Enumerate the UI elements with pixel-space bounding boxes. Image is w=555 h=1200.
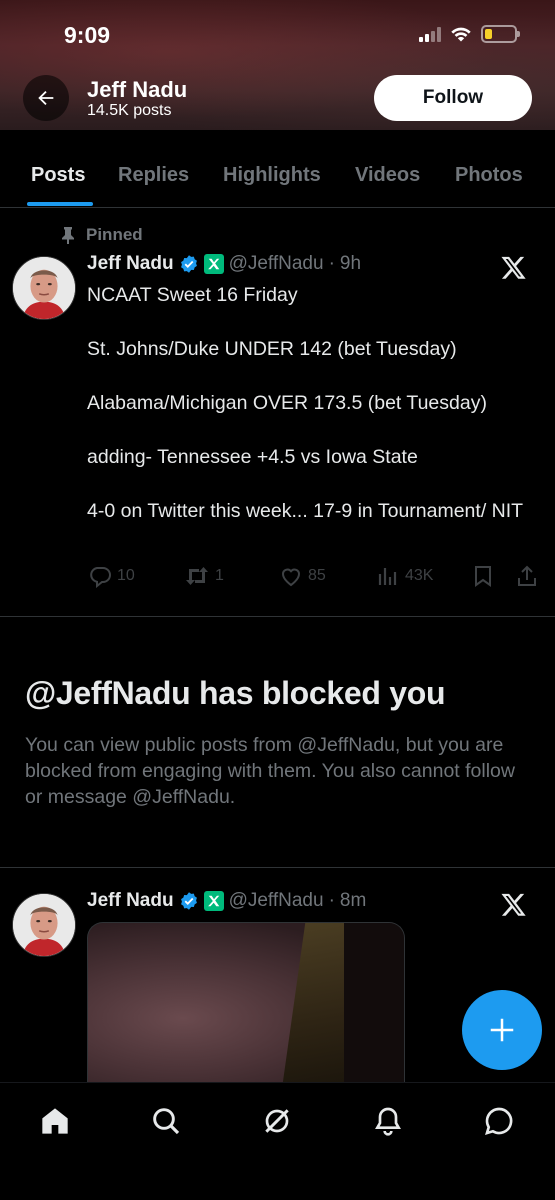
x-logo-icon: [501, 893, 526, 916]
tweet-text: NCAAT Sweet 16 Friday St. Johns/Duke UND…: [87, 282, 542, 525]
avatar-photo: [13, 257, 75, 319]
grok-icon: [265, 1109, 289, 1133]
verified-badge-icon: [180, 255, 197, 273]
views-count: 43K: [405, 567, 434, 584]
blocked-message: You can view public posts from @JeffNadu…: [25, 734, 515, 808]
views-button[interactable]: 43K: [376, 564, 433, 588]
profile-header-banner: 9:09 Jeff Nadu 14.5K posts Follow: [0, 0, 555, 130]
tweet-line: Alabama/Michigan OVER 173.5 (bet Tuesday…: [87, 392, 487, 414]
cellular-signal-icon: [419, 26, 441, 42]
x-logo-icon: [501, 256, 526, 279]
tweet-separator: ·: [328, 890, 335, 911]
affiliate-badge-icon: [203, 891, 224, 911]
pin-icon: [62, 227, 74, 244]
active-tab-indicator: [27, 202, 93, 206]
reply-count: 10: [117, 567, 135, 584]
tweet-line: NCAAT Sweet 16 Friday: [87, 284, 298, 306]
tweet-header: Jeff Nadu @JeffNadu · 9h: [87, 253, 361, 275]
divider: [0, 616, 555, 617]
nav-home[interactable]: [39, 1105, 71, 1137]
avatar[interactable]: [12, 256, 76, 320]
battery-level: [485, 29, 492, 39]
tweet-line: St. Johns/Duke UNDER 142 (bet Tuesday): [87, 338, 457, 360]
tweet-author-name[interactable]: Jeff Nadu: [87, 890, 174, 912]
bookmark-button[interactable]: [472, 564, 494, 588]
tab-posts[interactable]: Posts: [31, 164, 85, 187]
media-background-dark: [344, 923, 404, 1082]
repost-button[interactable]: 1: [184, 564, 224, 588]
tweet-author-name[interactable]: Jeff Nadu: [87, 253, 174, 275]
heart-icon: [281, 568, 301, 587]
bookmark-icon: [475, 566, 491, 587]
home-icon: [42, 1108, 68, 1134]
verified-badge-icon: [180, 892, 197, 910]
tweet-actions: 10 1 85 43K: [88, 564, 538, 590]
tab-photos[interactable]: Photos: [455, 164, 523, 187]
plus-icon: [490, 1018, 514, 1042]
tweet-header: Jeff Nadu @JeffNadu · 8m: [87, 890, 366, 912]
back-button[interactable]: [23, 75, 69, 121]
avatar[interactable]: [12, 893, 76, 957]
tweet-handle[interactable]: @JeffNadu: [229, 890, 324, 912]
pinned-label: Pinned: [86, 225, 143, 244]
search-icon: [153, 1108, 180, 1135]
share-icon: [518, 565, 536, 586]
tweet-line: 4-0 on Twitter this week... 17-9 in Tour…: [87, 500, 524, 522]
tab-videos[interactable]: Videos: [355, 164, 420, 187]
reply-icon: [90, 567, 111, 588]
reply-button[interactable]: 10: [88, 564, 135, 588]
notifications-icon: [375, 1107, 401, 1136]
pinned-label-row: Pinned: [60, 225, 143, 245]
bottom-nav: [0, 1082, 555, 1200]
affiliate-badge-icon: [203, 254, 224, 274]
nav-search[interactable]: [150, 1105, 182, 1137]
like-button[interactable]: 85: [279, 564, 326, 588]
tab-replies[interactable]: Replies: [118, 164, 189, 187]
tweet-media-image[interactable]: [87, 922, 405, 1082]
follow-button[interactable]: Follow: [374, 75, 532, 121]
repost-count: 1: [215, 567, 224, 584]
share-button[interactable]: [516, 564, 538, 588]
nav-notifications[interactable]: [372, 1105, 404, 1137]
status-icons: [419, 25, 520, 43]
status-time: 9:09: [64, 22, 111, 48]
profile-tabs: Posts Replies Highlights Videos Photos: [0, 150, 555, 208]
compose-button[interactable]: [462, 990, 542, 1070]
nav-messages[interactable]: [483, 1105, 515, 1137]
tweet-handle[interactable]: @JeffNadu: [229, 253, 324, 275]
tweet-separator: ·: [328, 253, 335, 274]
tab-highlights[interactable]: Highlights: [223, 164, 321, 187]
messages-icon: [485, 1107, 513, 1135]
views-icon: [378, 568, 397, 585]
tweet-line: adding- Tennessee +4.5 vs Iowa State: [87, 446, 418, 468]
blocked-title: @JeffNadu has blocked you: [25, 675, 446, 711]
battery-icon: [481, 25, 520, 43]
arrow-left-icon: [38, 90, 54, 106]
repost-icon: [186, 567, 208, 585]
profile-name: Jeff Nadu: [87, 77, 188, 102]
post-count: 14.5K posts: [87, 102, 172, 119]
like-count: 85: [308, 567, 326, 584]
nav-grok[interactable]: [261, 1105, 293, 1137]
tweet-time: 9h: [339, 253, 362, 274]
wifi-icon: [451, 27, 471, 42]
tweet-time: 8m: [339, 890, 367, 911]
avatar-photo: [13, 894, 75, 956]
divider: [0, 867, 555, 868]
